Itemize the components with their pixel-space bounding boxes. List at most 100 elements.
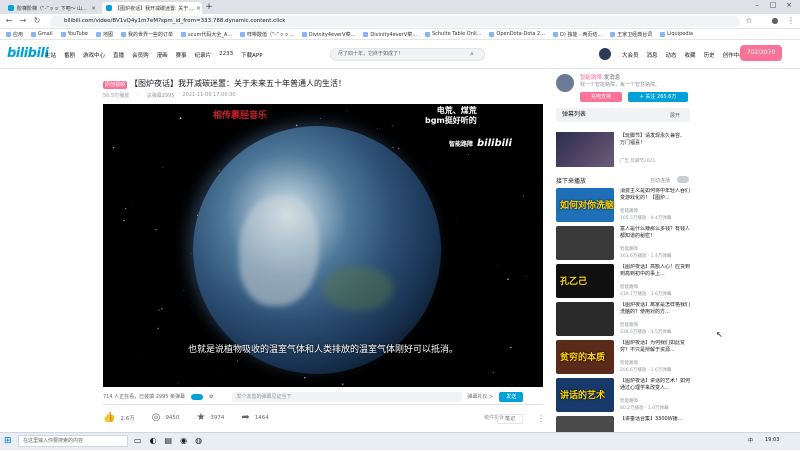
recommend-thumbnail[interactable]: 如何对你洗脑 bbox=[556, 188, 614, 222]
windows-start-icon[interactable]: ⊞ bbox=[4, 436, 12, 446]
recommend-item[interactable]: 讲话的艺术【图炉夜话】讲话的艺术！如何通过心理学来改变人...智能路障80.2万… bbox=[556, 378, 690, 414]
reload-icon[interactable]: ↻ bbox=[32, 16, 42, 25]
recommend-title[interactable]: 【图炉夜话】讲话的艺术！如何通过心理学来改变人... bbox=[620, 378, 690, 398]
recommend-title[interactable]: 【图炉夜话】为何我们如此贫穷？不只是辩解于资源... bbox=[620, 340, 690, 360]
nav-item[interactable]: 番剧 bbox=[64, 51, 75, 59]
steam-icon[interactable]: ◍ bbox=[195, 436, 202, 445]
autoplay-toggle[interactable] bbox=[677, 176, 689, 183]
recommend-item[interactable]: 【图炉夜话】离家是怎样格我们洗脑的？使用对的方...智能路障238.6万播放 ·… bbox=[556, 302, 690, 338]
danmaku-settings-icon[interactable]: ⚙ bbox=[209, 394, 213, 400]
like-icon[interactable]: 👍 bbox=[103, 412, 115, 423]
new-tab-button[interactable]: + bbox=[204, 2, 214, 12]
recommend-title[interactable]: 富人是什么赚那么多钱？有钱人都知道的秘密！ bbox=[620, 226, 690, 246]
danmaku-toggle[interactable] bbox=[191, 394, 203, 400]
forward-icon[interactable]: → bbox=[18, 16, 28, 25]
danmaku-send-button[interactable]: 发送 bbox=[499, 392, 523, 402]
search-icon[interactable]: ⌕ bbox=[470, 50, 474, 59]
recommend-thumbnail[interactable]: 孔乙己 bbox=[556, 264, 614, 298]
recommend-thumbnail[interactable]: 贫穷的本质 bbox=[556, 340, 614, 374]
nav-item[interactable]: 直播 bbox=[113, 51, 124, 59]
user-avatar[interactable] bbox=[598, 47, 612, 61]
bookmark-item[interactable]: Divinity4everV菜... bbox=[302, 31, 356, 38]
url-input[interactable]: bilibili.com/video/BV1vQ4y1m7eM?spm_id_f… bbox=[50, 16, 740, 27]
nav-item[interactable]: 漫画 bbox=[157, 51, 168, 59]
input-language[interactable]: 中 bbox=[748, 437, 753, 444]
close-window-icon[interactable]: × bbox=[782, 1, 796, 9]
tab-close-icon[interactable]: × bbox=[196, 5, 201, 12]
header-right-item[interactable]: 大会员 bbox=[622, 51, 639, 59]
recommend-item[interactable]: 如何对你洗脑消费主义是如何将中年轻人吞们变游戏化的！【图炉...智能路障105.… bbox=[556, 188, 690, 224]
tab-2[interactable]: 【图炉夜话】我开减碳迷置: 关于... × bbox=[102, 2, 202, 14]
follow-button[interactable]: + 关注 265.6万 bbox=[628, 92, 688, 102]
tab-close-icon[interactable]: × bbox=[91, 5, 96, 12]
taskbar-search-input[interactable]: 在这里输入你要搜索的内容 bbox=[18, 435, 128, 447]
bookmark-item[interactable]: YouTube bbox=[61, 31, 88, 37]
recommend-author[interactable]: 智能路障 bbox=[620, 398, 638, 404]
nav-item[interactable]: 游戏中心 bbox=[83, 51, 105, 59]
bookmark-item[interactable]: 地图 bbox=[96, 31, 113, 38]
bookmark-item[interactable]: scum代码大全_A... bbox=[181, 31, 232, 38]
recommend-item[interactable]: 孔乙己【图炉夜话】高额人心！应货到到高到初中的事上...智能路障419.7万播放… bbox=[556, 264, 690, 300]
tab-1[interactable]: 阶梯阶梯（“-”ッッ 下吧～ 山... × bbox=[4, 2, 100, 14]
uploader-name[interactable]: 智能路障 发消息 bbox=[580, 73, 620, 81]
star-icon[interactable]: ☆ bbox=[744, 16, 754, 25]
back-icon[interactable]: ← bbox=[4, 16, 14, 25]
nav-item[interactable]: 赛事 bbox=[176, 51, 187, 59]
bookmark-item[interactable]: 王家卫经典台词 bbox=[610, 31, 652, 38]
edge-icon[interactable]: ◐ bbox=[150, 436, 157, 445]
coin-icon[interactable]: ◎ bbox=[152, 412, 161, 423]
bookmark-item[interactable]: Divinity4everV菜... bbox=[363, 31, 417, 38]
recommend-item[interactable]: 富人是什么赚那么多钱？有钱人都知道的秘密！智能路障161.6万播放 · 1.4万… bbox=[556, 226, 690, 262]
ad-thumbnail[interactable] bbox=[556, 132, 614, 167]
menu-icon[interactable]: ⋮ bbox=[786, 16, 796, 25]
search-input[interactable]: 尽了四十年，它终于如成了！ bbox=[330, 48, 485, 61]
maximize-icon[interactable]: □ bbox=[766, 1, 780, 9]
bookmark-item[interactable]: D) 独能 - 两页结... bbox=[553, 31, 602, 38]
bookmark-item[interactable]: 应用 bbox=[6, 31, 23, 38]
bilibili-logo[interactable]: bilibili bbox=[7, 46, 48, 61]
share-icon[interactable]: ➦ bbox=[241, 412, 249, 423]
favorite-icon[interactable]: ★ bbox=[196, 412, 205, 423]
recommend-item[interactable]: 贫穷的本质【图炉夜话】为何我们如此贫穷？不只是辩解于资源...智能路障206.6… bbox=[556, 340, 690, 376]
nav-item[interactable]: 下载APP bbox=[241, 51, 262, 59]
nav-item[interactable]: 2233 bbox=[219, 51, 233, 59]
header-right-item[interactable]: 收藏 bbox=[685, 51, 696, 59]
notes-button[interactable]: 笔记 bbox=[497, 414, 523, 424]
more-icon[interactable]: ⋮ bbox=[537, 414, 545, 423]
recommend-title[interactable]: 【图炉夜话】离家是怎样格我们洗脑的？使用对的方... bbox=[620, 302, 690, 322]
recommend-thumbnail[interactable]: 讲话的艺术 bbox=[556, 378, 614, 412]
recommend-thumbnail[interactable] bbox=[556, 226, 614, 260]
uploader-avatar[interactable] bbox=[556, 74, 574, 92]
bookmark-item[interactable]: 咩啡酸值（“-”ッッ... bbox=[240, 31, 294, 38]
video-player[interactable]: 相传裹胫音乐 电荒、煤荒 bgm挺好听的 智能路障 bilibili 也就是说植… bbox=[103, 104, 543, 387]
danmaku-list-expand[interactable]: 展开 bbox=[670, 112, 680, 119]
recommend-author[interactable]: 智能路障 bbox=[620, 284, 638, 290]
header-right-item[interactable]: 动态 bbox=[666, 51, 677, 59]
charge-button[interactable]: 充电支持 bbox=[580, 92, 622, 102]
bookmark-item[interactable]: Liquipedia bbox=[660, 31, 693, 37]
recommend-author[interactable]: 智能路障 bbox=[620, 322, 638, 328]
nav-item[interactable]: 纪录片 bbox=[195, 51, 212, 59]
chrome-icon[interactable]: ◉ bbox=[180, 436, 187, 445]
recommend-author[interactable]: 智能路障 bbox=[620, 246, 638, 252]
header-right-item[interactable]: 历史 bbox=[704, 51, 715, 59]
upload-button[interactable]: 702/2070 bbox=[740, 45, 782, 61]
task-view-icon[interactable]: ▭ bbox=[134, 436, 142, 445]
bookmark-item[interactable]: Schulte Table Onli... bbox=[425, 31, 481, 37]
nav-item[interactable]: 主站 bbox=[45, 51, 56, 59]
danmaku-input[interactable]: 发个友善的弹幕见证当下 bbox=[232, 392, 462, 402]
danmaku-etiquette-link[interactable]: 弹幕礼仪 > bbox=[468, 393, 494, 400]
minimize-icon[interactable]: – bbox=[750, 1, 764, 9]
recommend-title[interactable]: 【图炉夜话】高额人心！应货到到高到初中的事上... bbox=[620, 264, 690, 284]
nav-item[interactable]: 会员购 bbox=[132, 51, 149, 59]
recommend-author[interactable]: 智能路障 bbox=[620, 360, 638, 366]
ad-title[interactable]: 【玩脚节】请发现永久兼容、万门福喜！ bbox=[620, 133, 688, 147]
recommend-thumbnail[interactable] bbox=[556, 302, 614, 336]
header-right-item[interactable]: 消息 bbox=[647, 51, 658, 59]
recommend-title[interactable]: 消费主义是如何将中年轻人吞们变游戏化的！【图炉... bbox=[620, 188, 690, 208]
bookmark-item[interactable]: OpenDota-Dota 2... bbox=[489, 31, 545, 37]
profile-icon[interactable]: ● bbox=[770, 16, 780, 25]
recommend-author[interactable]: 智能路障 bbox=[620, 208, 638, 214]
bookmark-item[interactable]: Gmail bbox=[31, 31, 53, 37]
bookmark-item[interactable]: 我的世界一些的订单 bbox=[121, 31, 173, 38]
